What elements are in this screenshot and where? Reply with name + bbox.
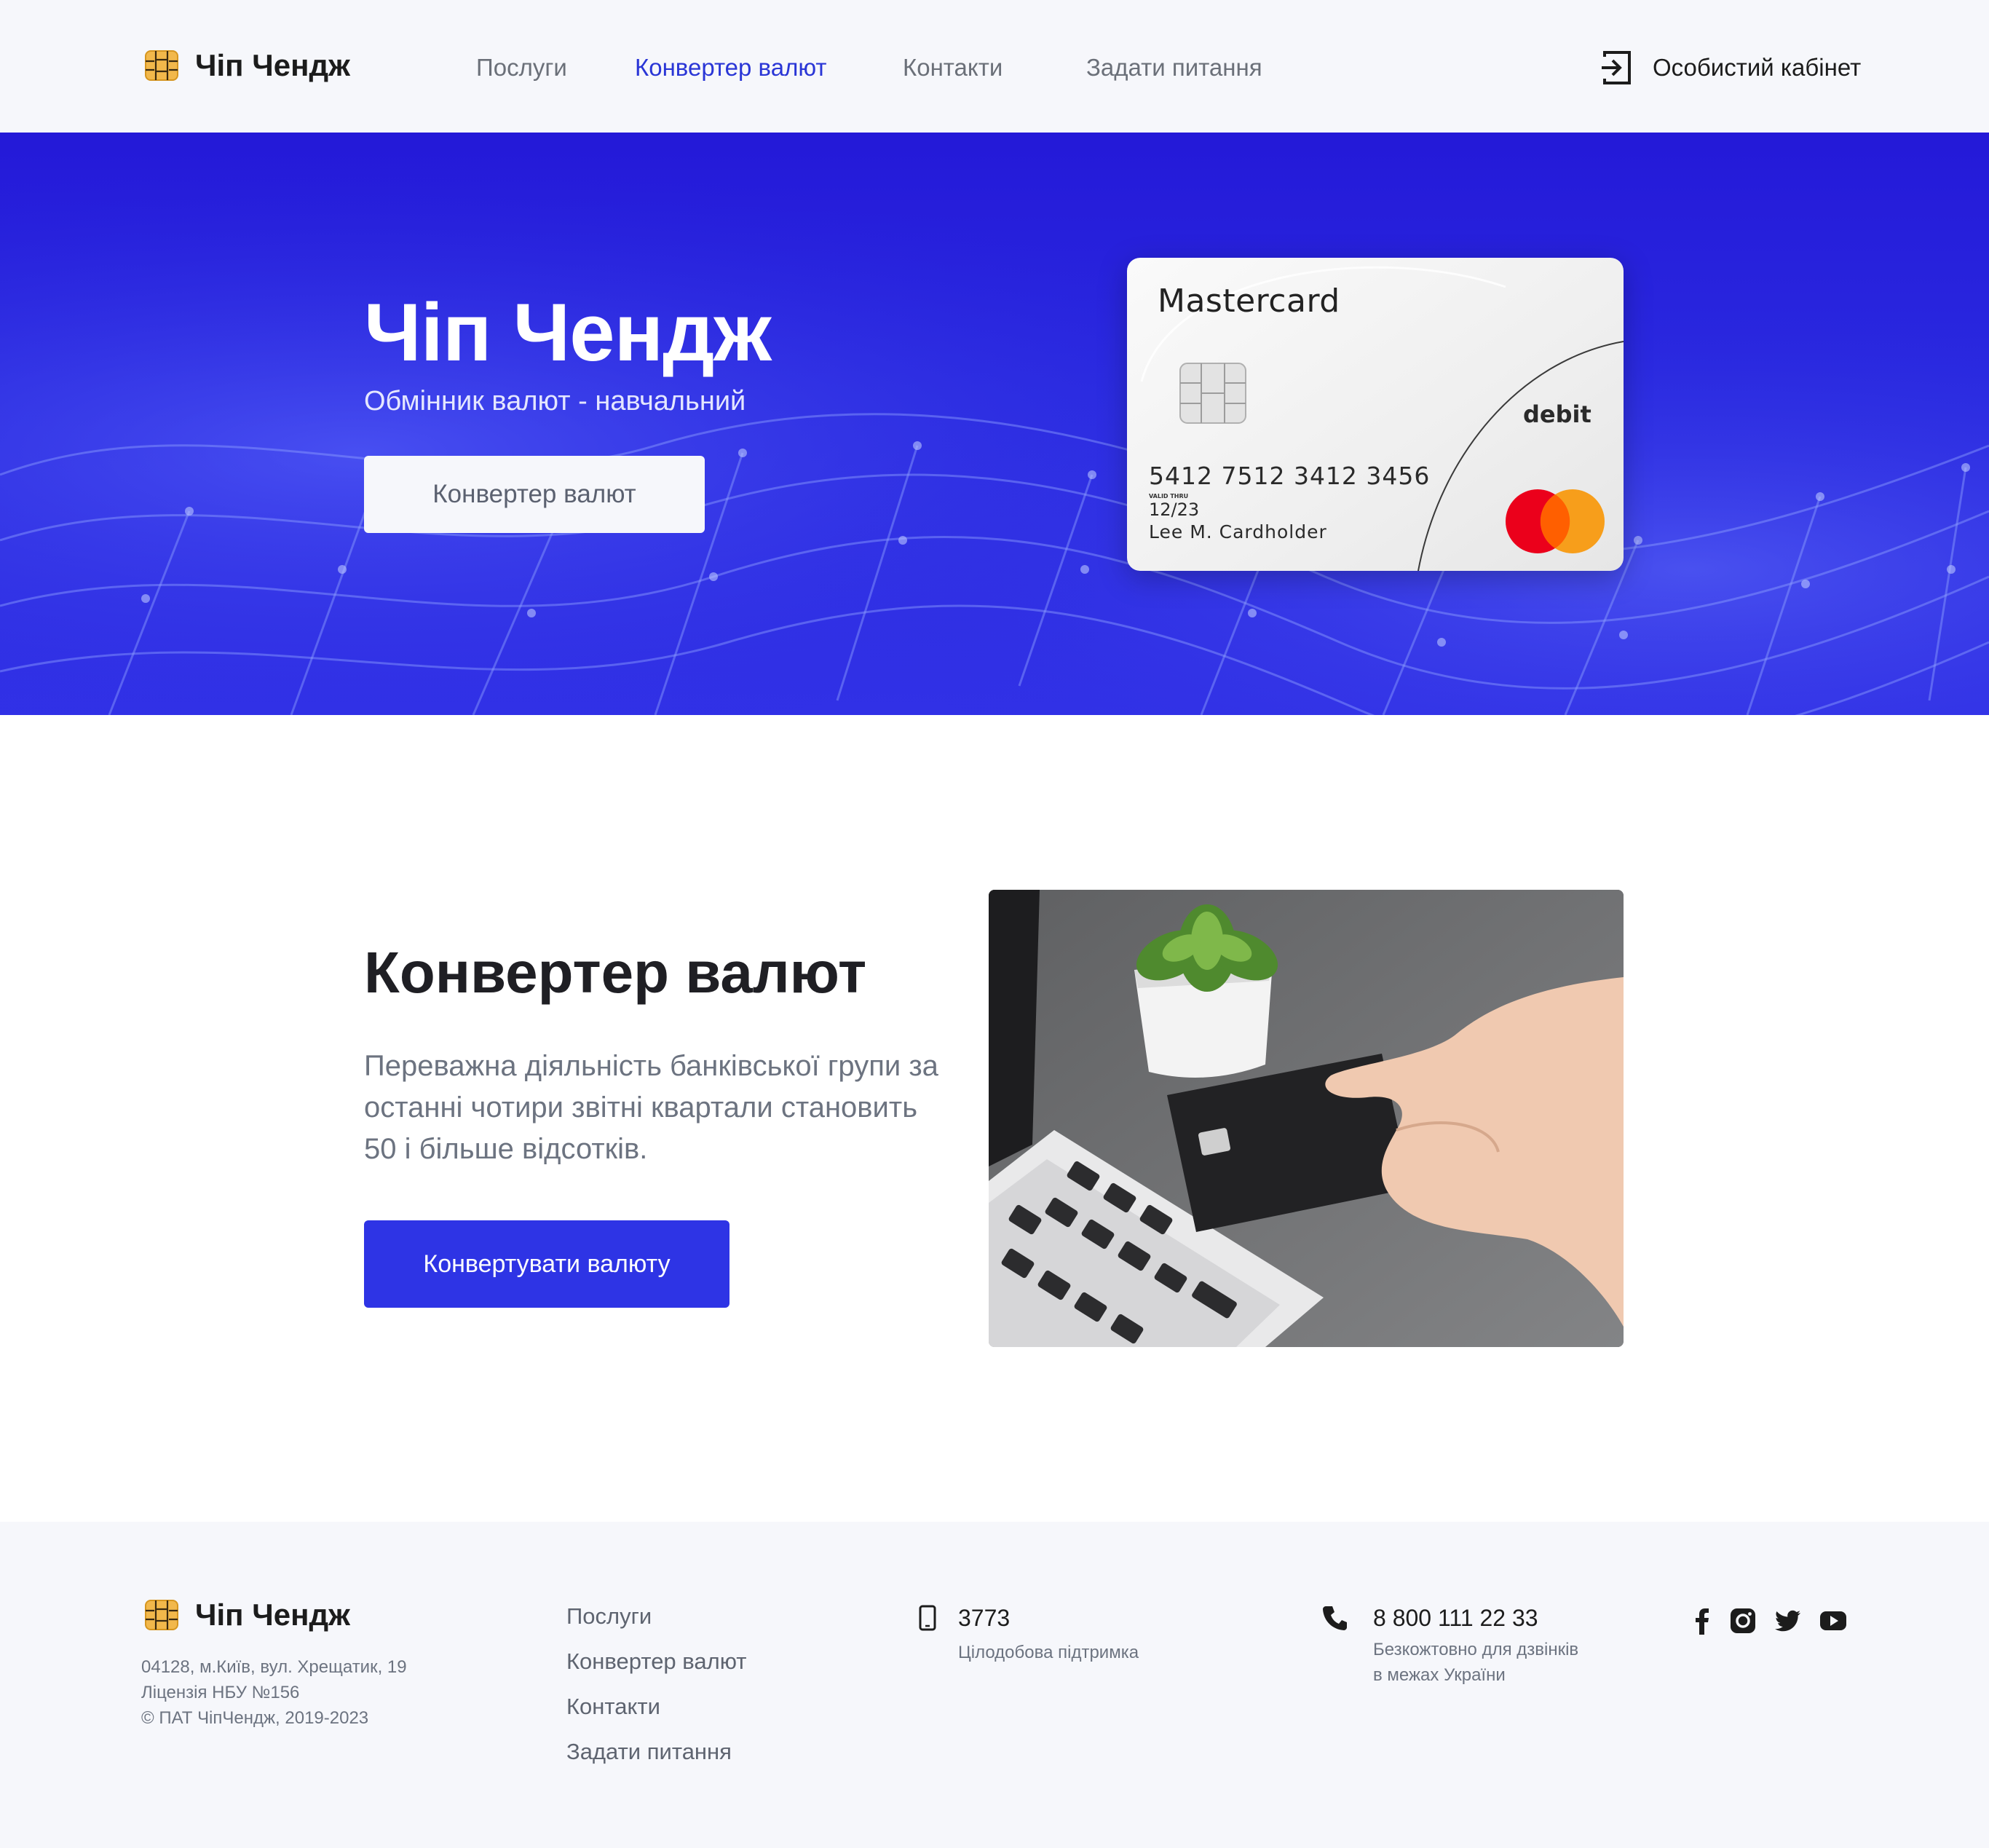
personal-cabinet-label: Особистий кабінет <box>1653 54 1862 81</box>
mobile-phone-icon <box>919 1605 936 1631</box>
header-logo-text: Чіп Чендж <box>195 48 350 82</box>
hero-subtitle: Обмінник валют - навчальний <box>364 386 746 416</box>
footer-company-info: 04128, м.Київ, вул. Хрещатик, 19 Ліцензі… <box>141 1654 407 1731</box>
chip-logo-icon <box>145 50 178 81</box>
nav-item-ask-question[interactable]: Задати питання <box>1086 54 1262 82</box>
footer-link-converter[interactable]: Конвертер валют <box>566 1648 747 1675</box>
facebook-link[interactable] <box>1688 1606 1717 1635</box>
convert-currency-button[interactable]: Конвертувати валюту <box>364 1220 729 1308</box>
hero-title: Чіп Чендж <box>364 287 772 378</box>
hero-section: Чіп Чендж Обмінник валют - навчальний Ко… <box>0 133 1989 715</box>
personal-cabinet-link[interactable]: Особистий кабінет <box>1602 50 1861 86</box>
phone-note-line1: Безкожтовно для дзвінків <box>1373 1640 1579 1659</box>
youtube-link[interactable] <box>1819 1606 1848 1635</box>
network-mesh-background <box>0 133 1989 715</box>
mobile-note: Цілодобова підтримка <box>958 1643 1139 1662</box>
phone-number[interactable]: 8 800 111 22 33 <box>1373 1605 1538 1632</box>
footer-copyright: © ПАТ ЧіпЧендж, 2019-2023 <box>141 1708 369 1728</box>
photo-illustration <box>989 890 1624 1347</box>
footer-address: 04128, м.Київ, вул. Хрещатик, 19 <box>141 1657 407 1677</box>
card-brand-text: Mastercard <box>1158 283 1340 320</box>
phone-note-line2: в межах України <box>1373 1665 1506 1685</box>
card-valid-label: VALID THRU <box>1149 493 1189 499</box>
nav-item-converter[interactable]: Конвертер валют <box>635 54 826 82</box>
phone-icon <box>1323 1606 1347 1630</box>
instagram-link[interactable] <box>1728 1606 1757 1635</box>
card-holder: Lee M. Cardholder <box>1149 521 1327 542</box>
chip-logo-icon <box>145 1600 178 1630</box>
mastercard-image: Mastercard debit 5412 7512 3412 3456 VAL… <box>1127 258 1624 571</box>
footer-link-ask-question[interactable]: Задати питання <box>566 1739 732 1765</box>
converter-title: Конвертер валют <box>364 940 867 1005</box>
converter-description: Переважна діяльність банківської групи з… <box>364 1050 938 1165</box>
site-header: Чіп Чендж Послуги Конвертер валют Контак… <box>0 0 1989 133</box>
mastercard-logo-icon <box>1506 489 1605 553</box>
footer-license: Ліцензія НБУ №156 <box>141 1683 300 1702</box>
login-icon <box>1602 51 1631 84</box>
card-expiry: 12/23 <box>1149 499 1200 520</box>
mobile-number[interactable]: 3773 <box>958 1605 1010 1632</box>
facebook-icon <box>1696 1608 1709 1635</box>
footer-link-services[interactable]: Послуги <box>566 1603 652 1630</box>
twitter-icon <box>1775 1610 1800 1632</box>
hero-converter-button[interactable]: Конвертер валют <box>364 456 705 533</box>
twitter-link[interactable] <box>1774 1606 1803 1635</box>
nav-item-contacts[interactable]: Контакти <box>903 54 1003 82</box>
card-type-label: debit <box>1523 400 1591 428</box>
youtube-icon <box>1820 1611 1846 1630</box>
footer-link-contacts[interactable]: Контакти <box>566 1694 660 1720</box>
footer-logo-text: Чіп Чендж <box>195 1598 350 1632</box>
card-number: 5412 7512 3412 3456 <box>1149 462 1431 490</box>
instagram-icon <box>1731 1608 1755 1633</box>
site-footer: Чіп Чендж 04128, м.Київ, вул. Хрещатик, … <box>0 1522 1989 1848</box>
header-logo[interactable]: Чіп Чендж <box>144 48 350 83</box>
footer-logo[interactable]: Чіп Чендж <box>144 1598 350 1632</box>
card-chip-icon <box>1179 363 1246 424</box>
hand-card-laptop-photo <box>989 890 1624 1347</box>
nav-item-services[interactable]: Послуги <box>476 54 567 82</box>
